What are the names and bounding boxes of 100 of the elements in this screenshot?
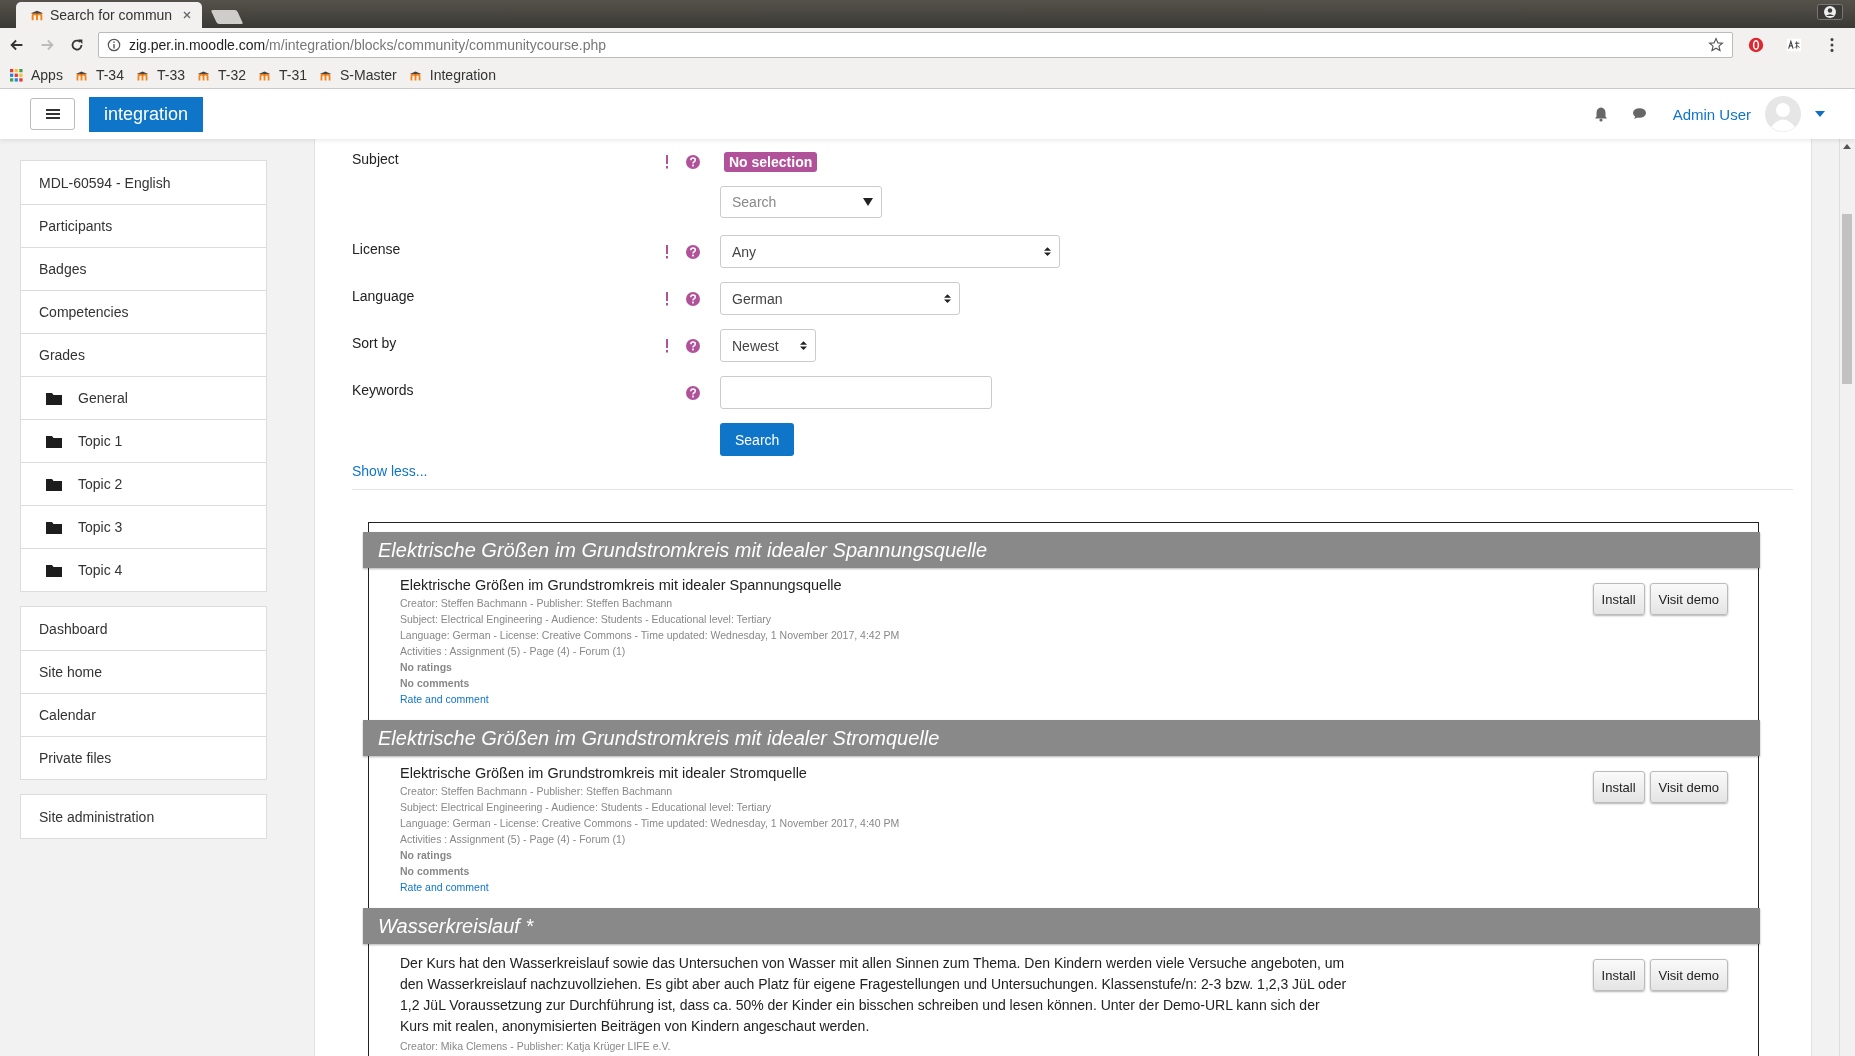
address-bar[interactable]: zig.per.in.moodle.com/m/integration/blocks/community/communitycourse.php	[98, 32, 1733, 58]
moodle-icon	[74, 68, 88, 82]
profile-icon[interactable]	[1817, 4, 1843, 20]
sidebar-item[interactable]: Badges	[21, 247, 266, 290]
comments-text: No comments	[400, 676, 471, 691]
course-action-button[interactable]: Visit demo	[1649, 959, 1728, 991]
rate-link[interactable]: Rate and comment	[400, 691, 900, 707]
select-field[interactable]: Any	[720, 235, 1060, 268]
bookmark[interactable]: T-32	[196, 67, 246, 83]
bell-icon[interactable]	[1592, 106, 1609, 122]
bookmark[interactable]: T-31	[257, 67, 307, 83]
sidebar-item[interactable]: Calendar	[21, 693, 266, 736]
bookmark[interactable]: T-33	[135, 67, 185, 83]
sidebar-item[interactable]: Grades	[21, 333, 266, 376]
ratings-text: No ratings	[400, 848, 453, 863]
ratings-text: No ratings	[400, 660, 453, 675]
up-down-arrows-icon	[800, 340, 807, 351]
course-meta: Creator: Mika Clemens - Publisher: Katja Krüger LIFE e.V.	[400, 1039, 672, 1054]
url-text: zig.per.in.moodle.com/m/integration/blocks/community/communitycourse.php	[129, 37, 607, 53]
course-heading: Wasserkreislauf *	[363, 908, 1760, 944]
moodle-icon	[319, 68, 332, 82]
course-heading: Elektrische Größen im Grundstromkreis mit idealer Spannungsquelle	[363, 532, 1760, 568]
folder-icon	[46, 563, 62, 577]
translate-icon[interactable]	[1785, 36, 1803, 54]
sidebar-item[interactable]: MDL-60594 - English	[21, 161, 266, 204]
scroll-up-icon[interactable]	[1843, 144, 1851, 149]
folder-icon	[46, 434, 62, 448]
field-label: Sort by	[352, 334, 398, 351]
field-label: Keywords	[352, 381, 415, 398]
course-meta: Language: German - License: Creative Commons - Time updated: Wednesday, 1 November 2017, 4:42 PM	[400, 628, 900, 643]
chat-icon[interactable]	[1630, 106, 1647, 122]
course-meta: Subject: Electrical Engineering - Audience: Students - Educational level: Tertiary	[400, 800, 772, 815]
dropdown-arrow-icon	[863, 198, 873, 206]
folder-icon	[46, 391, 62, 405]
sidebar-item[interactable]: Site home	[21, 650, 266, 693]
selection-tag: No selection	[724, 152, 818, 172]
user-name-link[interactable]: Admin User	[1672, 105, 1751, 123]
field-label: License	[352, 240, 402, 257]
moodle-icon	[196, 68, 210, 82]
scrollbar-thumb[interactable]	[1842, 214, 1852, 384]
up-down-arrows-icon	[944, 293, 951, 304]
sidebar-item[interactable]: Topic 4	[21, 548, 266, 591]
course-meta: Creator: Steffen Bachmann - Publisher: Steffen Bachmann	[400, 596, 674, 611]
scrollbar-track[interactable]	[1839, 139, 1855, 1056]
menu-button[interactable]	[30, 98, 75, 130]
sidebar-item[interactable]: Topic 1	[21, 419, 266, 462]
comments-text: No comments	[400, 864, 471, 879]
folder-icon	[46, 520, 62, 534]
keywords-field[interactable]	[720, 376, 992, 409]
browser-tab[interactable]: Search for commun	[16, 2, 202, 28]
show-less-link[interactable]: Show less...	[352, 463, 428, 479]
select-field[interactable]: German	[720, 282, 960, 315]
info-icon[interactable]	[107, 38, 121, 52]
course-title[interactable]: Elektrische Größen im Grundstromkreis mit idealer Spannungsquelle	[400, 577, 900, 593]
course-meta: Language: German - License: Creative Commons - Time updated: Wednesday, 1 November 2017, 4:40 PM	[400, 816, 900, 831]
bookmark[interactable]: S-Master	[319, 67, 397, 83]
course-action-button[interactable]: Visit demo	[1649, 583, 1728, 615]
sidebar-item[interactable]: Competencies	[21, 290, 266, 333]
folder-icon	[46, 477, 62, 491]
bookmark[interactable]: T-34	[74, 67, 124, 83]
course-action-button[interactable]: Install	[1592, 583, 1645, 615]
bookmark[interactable]: Apps	[10, 67, 63, 83]
help-icon[interactable]	[686, 291, 700, 306]
help-icon[interactable]	[686, 244, 700, 259]
course-heading: Elektrische Größen im Grundstromkreis mit idealer Stromquelle	[363, 720, 1760, 756]
help-icon[interactable]	[686, 385, 700, 400]
menu-icon	[45, 108, 60, 120]
apps-grid-icon	[10, 68, 23, 82]
sidebar-item[interactable]: Participants	[21, 204, 266, 247]
site-name-link[interactable]: integration	[89, 96, 204, 132]
course-meta: Activities : Assignment (5) - Page (4) - Forum (1)	[400, 644, 627, 659]
star-icon[interactable]	[1708, 37, 1724, 53]
caret-icon[interactable]	[1815, 111, 1825, 117]
moodle-icon	[408, 68, 422, 82]
course-action-button[interactable]: Visit demo	[1649, 771, 1728, 803]
sidebar-item[interactable]: Topic 3	[21, 505, 266, 548]
rate-link[interactable]: Rate and comment	[400, 879, 900, 895]
sidebar-item[interactable]: General	[21, 376, 266, 419]
up-down-arrows-icon	[1044, 246, 1051, 257]
help-icon[interactable]	[686, 338, 700, 353]
bookmark[interactable]: Integration	[408, 67, 496, 83]
stop-sign-icon[interactable]	[1747, 36, 1765, 54]
course-description: Der Kurs hat den Wasserkreislauf sowie das Untersuchen von Wasser mit allen Sinnen zum Thema. Den Kindern werden viele Versuche angeboten, um den Wasserkreislauf nachzuvollziehen. Es gibt aber auch Platz für eigene Fragestellungen und Untersuchungen. Klassenstufe/n: 2-3 bzw. 1,2,3 JüL oder 1,2 JüL Voraussetzung zur Durchführung ist, dass ca. 50% der Kinder ein bisschen schreiben und lesen können. Unter der Demo-URL kann sich der Kurs mit realen, anonymisierten Beiträgen von Kindern angeschaut werden.	[400, 954, 1348, 1036]
help-icon[interactable]	[686, 154, 700, 169]
new-tab-button[interactable]	[210, 10, 244, 24]
sidebar-item[interactable]: Topic 2	[21, 462, 266, 505]
course-title[interactable]: Elektrische Größen im Grundstromkreis mit idealer Stromquelle	[400, 765, 900, 781]
search-dropdown[interactable]: Search	[720, 186, 882, 218]
moodle-icon	[257, 68, 271, 82]
course-action-button[interactable]: Install	[1592, 771, 1645, 803]
sidebar-item[interactable]: Dashboard	[21, 607, 266, 650]
field-label: Language	[352, 287, 416, 304]
moodle-icon	[135, 68, 149, 82]
course-action-button[interactable]: Install	[1592, 959, 1645, 991]
course-meta: Creator: Steffen Bachmann - Publisher: Steffen Bachmann	[400, 784, 674, 799]
sidebar-item[interactable]: Private files	[21, 736, 266, 779]
close-icon[interactable]	[182, 10, 192, 20]
sidebar-item[interactable]: Site administration	[21, 795, 266, 838]
search-button[interactable]: Search	[720, 423, 795, 456]
select-field[interactable]: Newest	[720, 329, 816, 362]
